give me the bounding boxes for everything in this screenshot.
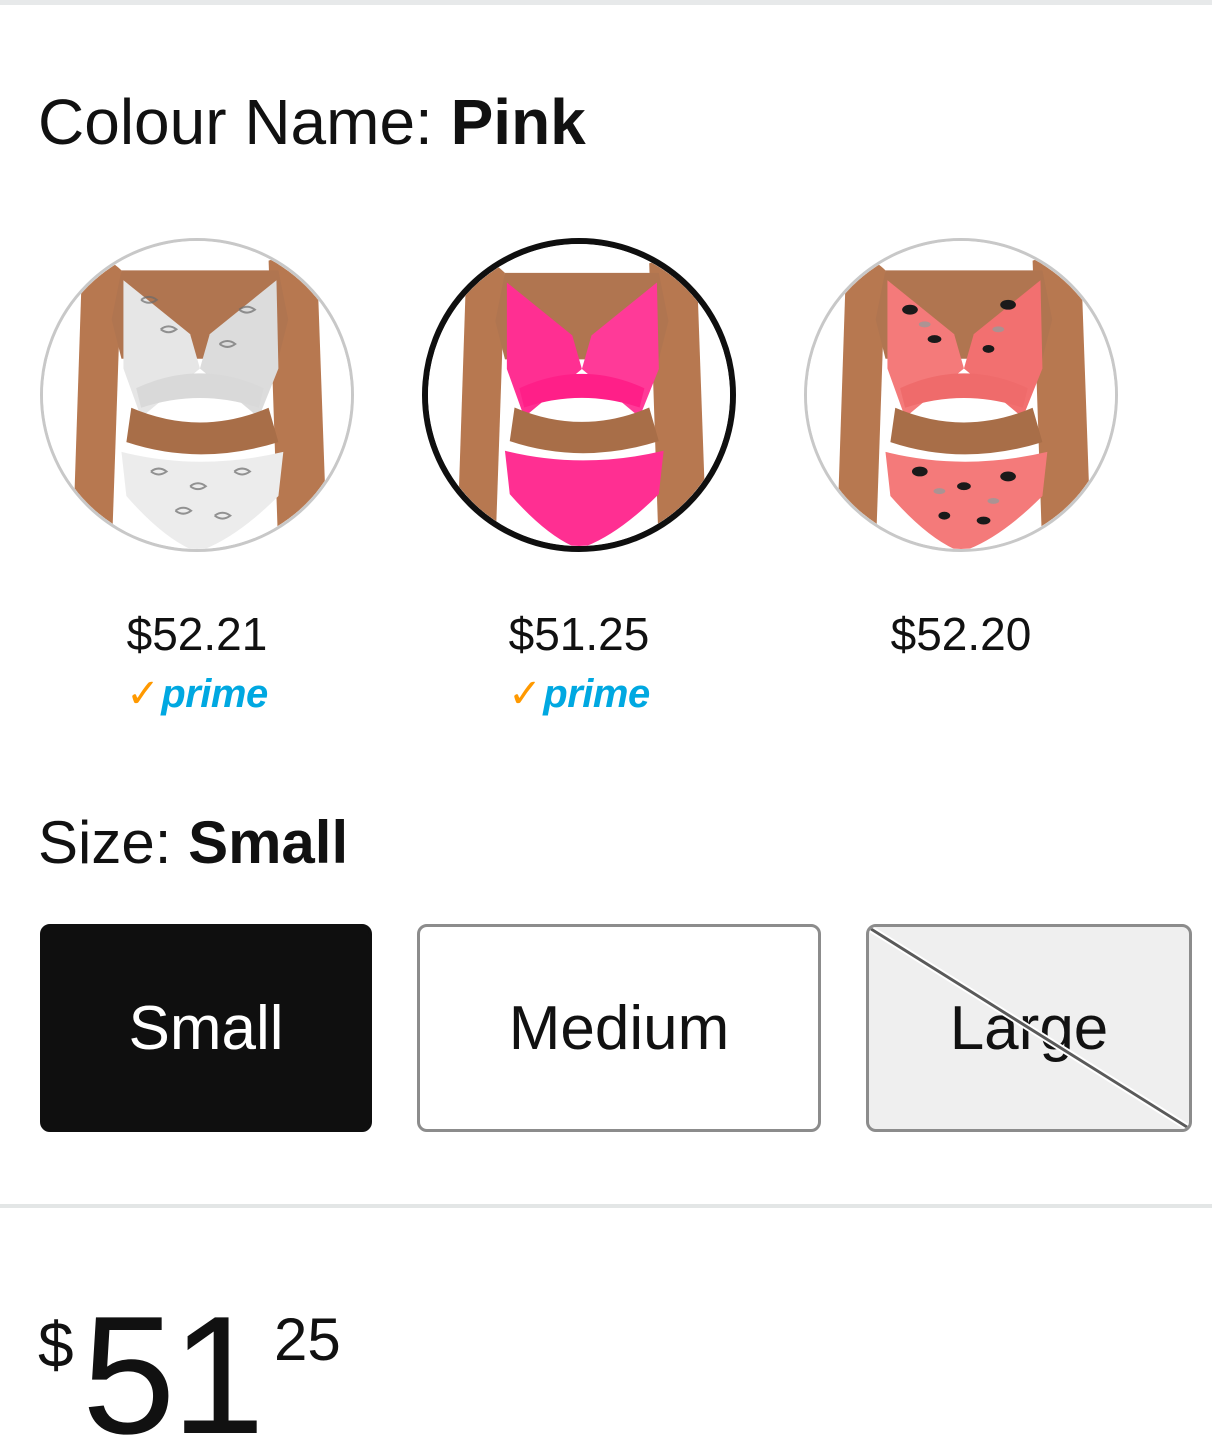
prime-badge-snakeskin: ✓prime xyxy=(40,670,354,718)
section-divider xyxy=(0,1204,1212,1208)
swatch-price-snakeskin: $52.21 xyxy=(126,608,268,660)
price-currency-symbol: $ xyxy=(38,1309,74,1381)
colour-label: Colour Name: xyxy=(38,86,433,158)
unavailable-strike-icon xyxy=(869,927,1189,1129)
size-option-large[interactable]: Large xyxy=(866,924,1192,1132)
swatch-price-leopard: $52.20 xyxy=(890,608,1032,660)
size-option-medium[interactable]: Medium xyxy=(417,924,821,1132)
swatch-image-snakeskin xyxy=(43,241,351,549)
swimsuit-snakeskin-image xyxy=(43,241,351,549)
price-whole: 51 xyxy=(82,1281,265,1440)
price-fraction: 25 xyxy=(274,1306,341,1373)
colour-swatch-snakeskin[interactable] xyxy=(40,238,354,552)
colour-swatch-leopard[interactable] xyxy=(804,238,1118,552)
size-option-label: Small xyxy=(128,993,284,1063)
size-option-small[interactable]: Small xyxy=(40,924,372,1132)
product-options-page: Colour Name: Pink $52.21 $51.25 $52.20 ✓… xyxy=(0,0,1212,1440)
top-divider xyxy=(0,0,1212,5)
size-label: Size: xyxy=(38,809,172,876)
swatch-price-pink: $51.25 xyxy=(508,608,650,660)
size-selected-value: Small xyxy=(188,809,349,876)
colour-selected-value: Pink xyxy=(450,86,586,158)
colour-heading: Colour Name: Pink xyxy=(38,84,586,160)
colour-swatch-pink[interactable] xyxy=(422,238,736,552)
swatch-image-leopard xyxy=(807,241,1115,549)
prime-check-icon: ✓ xyxy=(508,672,542,716)
swatch-image-pink xyxy=(428,244,730,546)
prime-badge-pink: ✓prime xyxy=(422,670,736,718)
size-option-label: Medium xyxy=(508,993,730,1063)
prime-check-icon: ✓ xyxy=(126,672,160,716)
swimsuit-leopard-image xyxy=(807,241,1115,549)
size-heading: Size: Small xyxy=(38,808,348,878)
prime-label: prime xyxy=(161,672,268,716)
prime-label: prime xyxy=(543,672,650,716)
swimsuit-pink-image xyxy=(428,244,730,546)
